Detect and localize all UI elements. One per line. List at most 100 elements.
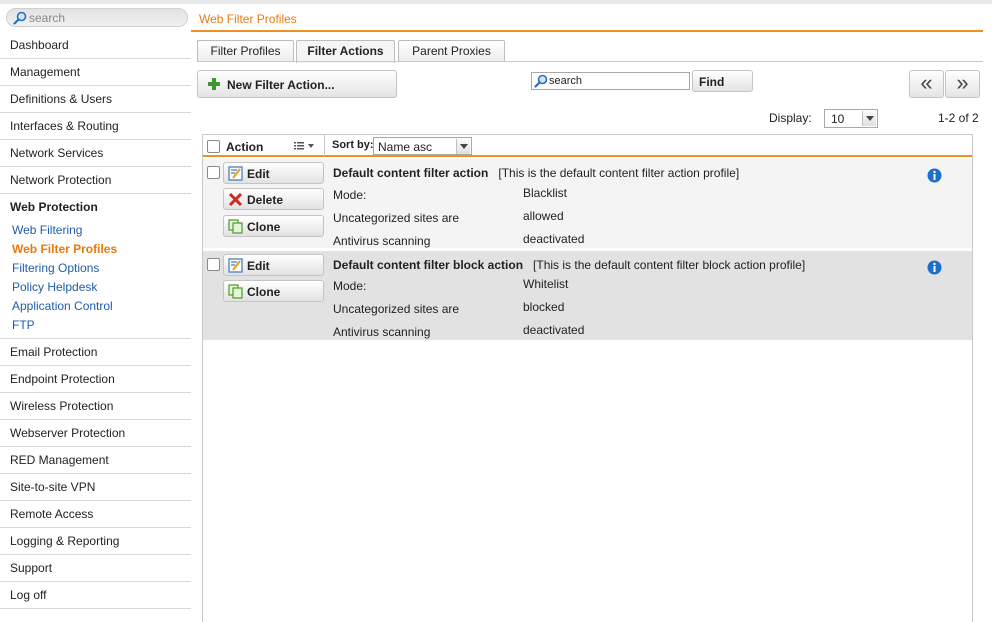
clone-button[interactable]: Clone: [223, 215, 324, 237]
next-page-button[interactable]: »: [945, 70, 980, 98]
sidebar-item-definitions-users[interactable]: Definitions & Users: [0, 86, 191, 113]
row-name: Default content filter block action: [333, 258, 524, 272]
tab-filter-actions[interactable]: Filter Actions: [296, 40, 395, 63]
filter-search-input[interactable]: search: [531, 72, 690, 90]
page-title: Web Filter Profiles: [199, 12, 297, 26]
sidebar-item-interfaces-routing[interactable]: Interfaces & Routing: [0, 113, 191, 140]
sidebar-item-endpoint-protection[interactable]: Endpoint Protection: [0, 366, 191, 393]
sidebar-item-support[interactable]: Support: [0, 555, 191, 582]
edit-button[interactable]: Edit: [223, 254, 324, 276]
sidebar-sublist-web-protection: Web Filtering Web Filter Profiles Filter…: [0, 221, 191, 339]
edit-button-label: Edit: [247, 259, 270, 273]
info-icon[interactable]: [927, 168, 942, 183]
sidebar-item-red-management[interactable]: RED Management: [0, 447, 191, 474]
tab-underline: [197, 61, 983, 62]
sidebar-search-placeholder: search: [29, 11, 66, 25]
field-value: allowed: [523, 209, 564, 223]
edit-button-label: Edit: [247, 167, 270, 181]
field-label: Mode:: [333, 279, 367, 293]
clone-button-label: Clone: [247, 220, 281, 234]
filter-search-placeholder: search: [549, 75, 583, 87]
sidebar-subitem-web-filtering[interactable]: Web Filtering: [0, 221, 191, 240]
sidebar-search-input[interactable]: search: [6, 8, 188, 27]
sidebar-subitem-filtering-options[interactable]: Filtering Options: [0, 259, 191, 278]
field-label: Uncategorized sites are: [333, 302, 460, 316]
clone-button-label: Clone: [247, 285, 281, 299]
sort-by-label: Sort by:: [332, 139, 374, 151]
edit-icon: [228, 258, 243, 273]
info-icon[interactable]: [927, 260, 942, 275]
field-label: Mode:: [333, 188, 367, 202]
sidebar-item-management[interactable]: Management: [0, 59, 191, 86]
row-comment: [This is the default content filter bloc…: [533, 258, 806, 272]
find-button-label: Find: [699, 75, 725, 89]
tab-filter-profiles[interactable]: Filter Profiles: [197, 40, 294, 62]
clone-icon: [228, 284, 243, 299]
sidebar-item-network-services[interactable]: Network Services: [0, 140, 191, 167]
sidebar-subitem-web-filter-profiles[interactable]: Web Filter Profiles: [0, 240, 191, 259]
clone-icon: [228, 219, 243, 234]
table-row: Edit Delete Clone Default content filter…: [203, 159, 972, 248]
row-checkbox[interactable]: [207, 166, 220, 179]
sidebar-item-wireless-protection[interactable]: Wireless Protection: [0, 393, 191, 420]
chevron-down-icon: [456, 139, 470, 154]
chevron-down-icon: [862, 111, 876, 126]
sidebar-item-email-protection[interactable]: Email Protection: [0, 339, 191, 366]
display-count-value: 10: [831, 112, 845, 126]
sidebar-subitem-ftp[interactable]: FTP: [0, 316, 191, 335]
sidebar-item-log-off[interactable]: Log off: [0, 582, 191, 609]
main-content: Web Filter Profiles Filter Profiles Filt…: [191, 4, 992, 622]
new-filter-action-button[interactable]: New Filter Action...: [197, 70, 397, 98]
row-checkbox[interactable]: [207, 258, 220, 271]
edit-icon: [228, 166, 243, 181]
field-label: Antivirus scanning: [333, 234, 431, 248]
field-value: blocked: [523, 300, 565, 314]
columns-icon[interactable]: [291, 138, 321, 154]
pagination-count: 1-2 of 2: [938, 111, 979, 125]
edit-button[interactable]: Edit: [223, 162, 324, 184]
sidebar-subitem-application-control[interactable]: Application Control: [0, 297, 191, 316]
sidebar-item-logging-reporting[interactable]: Logging & Reporting: [0, 528, 191, 555]
row-comment: [This is the default content filter acti…: [498, 166, 740, 180]
delete-button[interactable]: Delete: [223, 188, 324, 210]
row-name: Default content filter action: [333, 166, 489, 180]
field-label: Uncategorized sites are: [333, 211, 460, 225]
sidebar-nav: Dashboard Management Definitions & Users…: [0, 32, 191, 609]
row-title: Default content filter block action [Thi…: [333, 258, 805, 272]
table-row: Edit Clone Default content filter block …: [203, 251, 972, 340]
sidebar-item-web-protection[interactable]: Web Protection: [0, 194, 191, 221]
sidebar-item-webserver-protection[interactable]: Webserver Protection: [0, 420, 191, 447]
display-label: Display:: [769, 111, 812, 125]
field-label: Antivirus scanning: [333, 325, 431, 339]
find-button[interactable]: Find: [692, 70, 753, 92]
search-icon: [534, 74, 548, 88]
search-icon: [13, 11, 27, 25]
display-count-select[interactable]: 10: [824, 109, 878, 128]
field-value: deactivated: [523, 323, 585, 337]
tab-parent-proxies[interactable]: Parent Proxies: [398, 40, 505, 62]
delete-button-label: Delete: [247, 193, 284, 207]
clone-button[interactable]: Clone: [223, 280, 324, 302]
sidebar-item-site-to-site-vpn[interactable]: Site-to-site VPN: [0, 474, 191, 501]
sidebar-item-network-protection[interactable]: Network Protection: [0, 167, 191, 194]
select-all-checkbox[interactable]: [207, 140, 220, 153]
row-title: Default content filter action [This is t…: [333, 166, 739, 180]
sort-by-value: Name asc: [378, 140, 433, 154]
delete-icon: [228, 192, 243, 207]
table-header: Action Sort by: Name asc: [203, 134, 972, 157]
field-value: Whitelist: [523, 277, 569, 291]
plus-icon: [208, 78, 220, 90]
header-divider: [324, 135, 325, 156]
filter-actions-table: Action Sort by: Name asc Edit Delete Clo…: [202, 134, 973, 622]
new-filter-action-label: New Filter Action...: [227, 78, 335, 92]
sidebar: search Dashboard Management Definitions …: [0, 4, 191, 622]
action-column-header: Action: [226, 140, 264, 154]
sort-by-select[interactable]: Name asc: [373, 137, 472, 155]
title-divider: [191, 30, 983, 32]
sidebar-item-remote-access[interactable]: Remote Access: [0, 501, 191, 528]
field-value: Blacklist: [523, 186, 568, 200]
sidebar-subitem-policy-helpdesk[interactable]: Policy Helpdesk: [0, 278, 191, 297]
sidebar-item-dashboard[interactable]: Dashboard: [0, 32, 191, 59]
previous-page-button[interactable]: «: [909, 70, 944, 98]
field-value: deactivated: [523, 232, 585, 246]
